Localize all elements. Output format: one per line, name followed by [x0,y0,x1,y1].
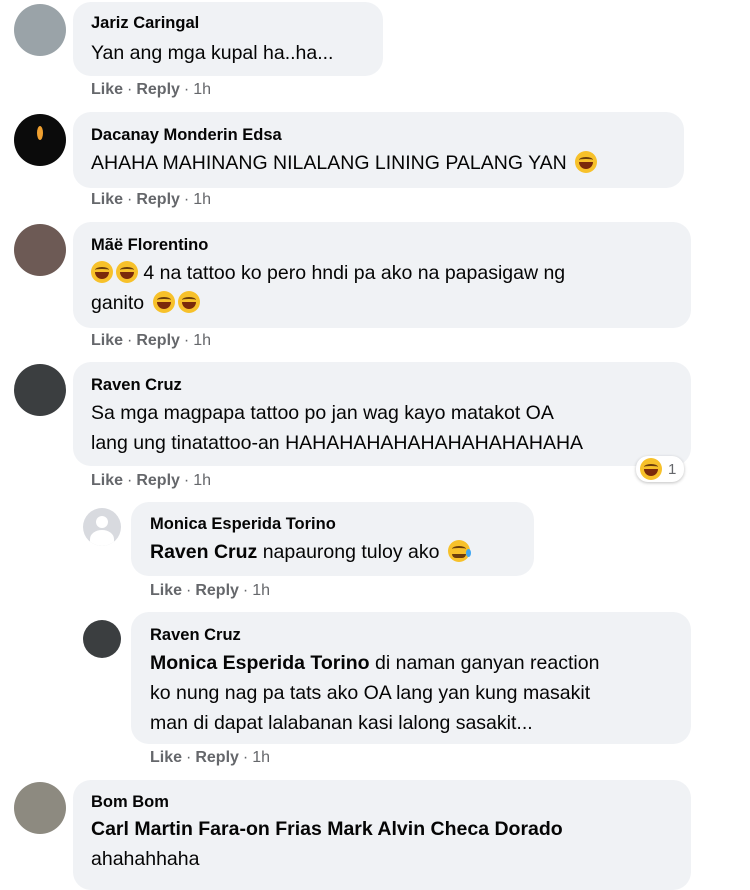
reply-text-line: di naman ganyan reaction [375,652,600,674]
grinning-sweat-emoji [177,291,200,313]
like-button[interactable]: Like [91,332,123,349]
reply-text-line: ko nung nag pa tats ako OA lang yan kung… [150,682,591,704]
reaction-count[interactable]: 1 [636,456,685,482]
reply-button[interactable]: Reply [136,332,180,349]
mention-link[interactable]: Monica Esperida Torino [150,652,370,674]
reply-button[interactable]: Reply [136,472,180,489]
comment-text: Sa mga magpapa tattoo po jan wag kayo ma… [91,398,583,458]
reply-button[interactable]: Reply [195,749,239,766]
comment-author[interactable]: Dacanay Monderin Edsa [91,126,282,145]
reply-text-line: man di dapat lalabanan kasi lalong sasak… [150,712,533,734]
avatar[interactable] [14,4,66,56]
comment-text: Carl Martin Fara-on Frias Mark Alvin Che… [91,814,563,874]
timestamp[interactable]: 1h [193,191,211,208]
timestamp[interactable]: 1h [193,472,211,489]
crying-emoji [447,540,471,562]
avatar[interactable] [14,224,66,276]
avatar[interactable] [14,114,66,166]
comment-text-line: AHAHA MAHINANG NILALANG LINING PALANG YA… [91,152,567,174]
laughing-tears-emoji [575,151,598,173]
reply-button[interactable]: Reply [195,582,239,599]
reply-actions: Like · Reply · 1h [150,582,271,599]
avatar[interactable] [83,620,121,658]
comment-text: Yan ang mga kupal ha..ha... [91,38,333,68]
comment-text-line: ahahahhaha [91,848,200,870]
reply-button[interactable]: Reply [136,191,180,208]
comment-author[interactable]: Mãë Florentino [91,236,208,255]
like-button[interactable]: Like [91,472,123,489]
comment-actions: Like · Reply · 1h [91,81,212,98]
reply-text: Monica Esperida Torino di naman ganyan r… [150,648,599,738]
laughing-reaction-icon [640,458,662,480]
reply-text-line: napaurong tuloy ako [262,541,440,563]
timestamp[interactable]: 1h [252,582,270,599]
comment-text-line: Yan ang mga kupal ha..ha... [91,42,334,64]
comment-text-line: Sa mga magpapa tattoo po jan wag kayo ma… [91,402,554,424]
grinning-sweat-emoji [91,261,113,283]
grinning-sweat-emoji [152,291,175,313]
comment-actions: Like · Reply · 1h [91,332,212,349]
reply-author[interactable]: Monica Esperida Torino [150,515,336,534]
mention-link[interactable]: Carl Martin Fara-on Frias Mark Alvin Che… [91,814,563,844]
like-button[interactable]: Like [91,81,123,98]
like-button[interactable]: Like [150,582,182,599]
timestamp[interactable]: 1h [252,749,270,766]
comment-actions: Like · Reply · 1h [91,191,212,208]
comment-text-line: ganito [91,292,145,314]
avatar[interactable] [14,782,66,834]
mention-link[interactable]: Raven Cruz [150,541,257,563]
like-button[interactable]: Like [91,191,123,208]
reply-author[interactable]: Raven Cruz [150,626,241,645]
grinning-sweat-emoji [116,261,138,283]
timestamp[interactable]: 1h [193,81,211,98]
reply-actions: Like · Reply · 1h [150,749,271,766]
comment-text-line: 4 na tattoo ko pero hndi pa ako na papas… [143,262,566,284]
reply-button[interactable]: Reply [136,81,180,98]
like-button[interactable]: Like [150,749,182,766]
timestamp[interactable]: 1h [193,332,211,349]
comment-author[interactable]: Raven Cruz [91,376,182,395]
comment-author[interactable]: Bom Bom [91,793,169,812]
comment-text-line: lang ung tinatattoo-an HAHAHAHAHAHAHAHAH… [91,432,584,454]
comment-actions: Like · Reply · 1h [91,472,212,489]
comment-text: 4 na tattoo ko pero hndi pa ako na papas… [91,258,565,318]
reply-text: Raven Cruz napaurong tuloy ako [150,537,471,567]
avatar[interactable] [14,364,66,416]
default-avatar-icon[interactable] [83,508,121,546]
comment-author[interactable]: Jariz Caringal [91,14,199,33]
comment-text: AHAHA MAHINANG NILALANG LINING PALANG YA… [91,148,598,178]
